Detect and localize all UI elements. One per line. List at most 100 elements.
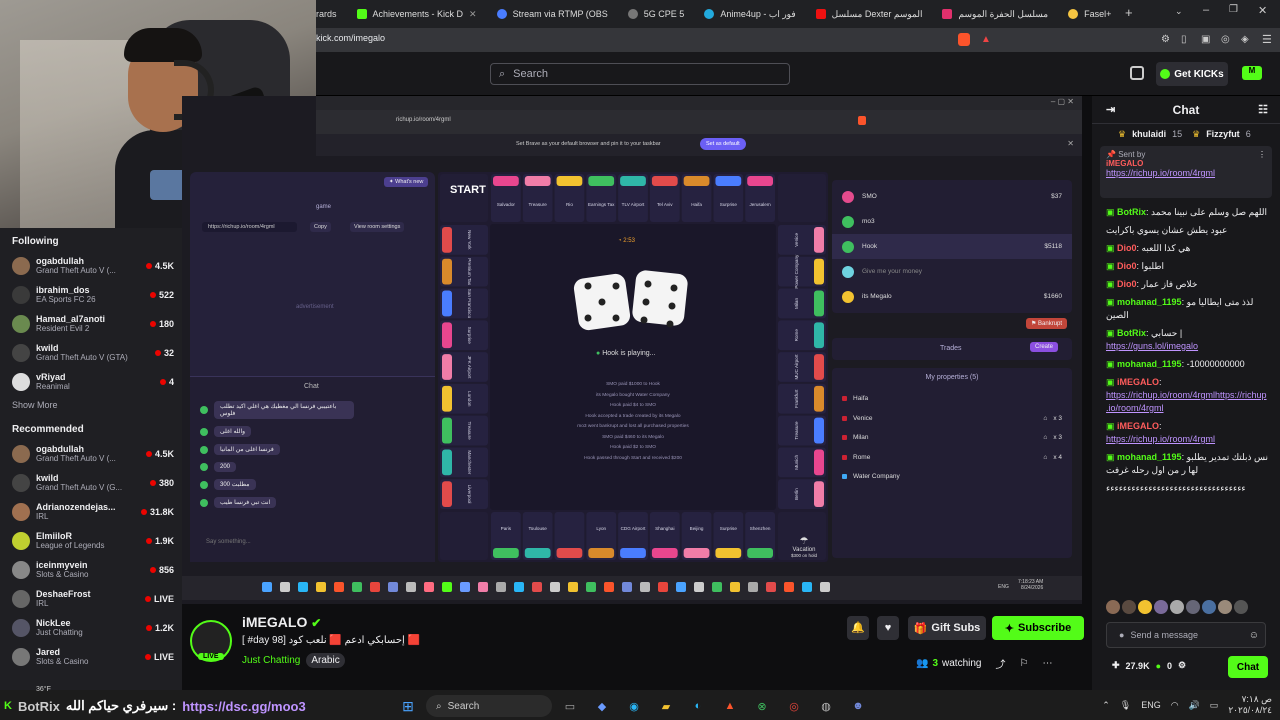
tab-partial[interactable]: rards [316, 3, 347, 25]
sidebar-channel[interactable]: kwild Grand Theft Auto V (GTA) 32 [0, 338, 182, 367]
avatar[interactable] [1170, 600, 1184, 614]
settings-icon[interactable]: ⚙ [1178, 660, 1186, 671]
new-tab-icon[interactable]: + [1125, 5, 1133, 20]
sidebar-channel[interactable]: kwild Grand Theft Auto V (G... 380 [0, 468, 182, 497]
wallet-icon[interactable]: ▣ [1201, 34, 1210, 45]
chat-link[interactable]: https://richup.io/room/4rgml [1106, 434, 1215, 444]
tab-anime[interactable]: Anime4up - فور اب [694, 3, 805, 25]
sidebar-channel[interactable]: NickLee Just Chatting 1.2K [0, 613, 182, 642]
vpn-icon[interactable]: ◎ [1221, 34, 1230, 45]
chevron-up-icon[interactable]: ⌃ [1102, 700, 1110, 711]
sidebar-channel[interactable]: ogabdullah Grand Theft Auto V (... 4.5K [0, 439, 182, 468]
chat-username[interactable]: iMEGALO [1117, 421, 1159, 431]
more-icon[interactable]: ⋯ [1042, 658, 1052, 669]
avatar[interactable] [1122, 600, 1136, 614]
chat-link[interactable]: https://richup.io/room/4rgmlhttps://rich… [1106, 390, 1267, 413]
pin-toggle-icon[interactable]: ⋮ [1258, 150, 1266, 159]
brave-icon[interactable]: ▲ [719, 697, 741, 715]
pinned-user[interactable]: iMEGALO [1106, 159, 1266, 168]
stream-video[interactable]: – ▢ ✕ richup.io/room/4rgml Set Brave as … [182, 96, 1082, 604]
search-input[interactable]: ⌕ Search [490, 63, 790, 85]
avatar[interactable] [1218, 600, 1232, 614]
chat-username[interactable]: Dio0 [1117, 243, 1137, 253]
minimize-icon[interactable]: – [1203, 4, 1209, 16]
url-field[interactable]: kick.com/imegalo [316, 33, 385, 43]
language-tag[interactable]: Arabic [306, 653, 345, 668]
microphone-icon[interactable]: 🎙 [1120, 700, 1131, 711]
avatar[interactable] [1234, 600, 1248, 614]
avatar[interactable] [1106, 600, 1120, 614]
get-kicks-button[interactable]: Get KICKs [1156, 62, 1228, 86]
category-link[interactable]: Just Chatting [242, 655, 300, 666]
pinned-link[interactable]: https://richup.io/room/4rgml [1106, 168, 1266, 178]
tab-achievements[interactable]: Achievements - Kick D ✕ [347, 3, 487, 25]
sidebar-channel[interactable]: ogabdullah Grand Theft Auto V (... 4.5K [0, 251, 182, 280]
chat-username[interactable]: mohanad_1195 [1117, 297, 1182, 307]
chat-username[interactable]: Dio0 [1117, 261, 1137, 271]
sidebar-channel[interactable]: Jared Slots & Casino LIVE [0, 642, 182, 671]
maximize-icon[interactable]: ❐ [1229, 4, 1238, 15]
tab-rtmp[interactable]: Stream via RTMP (OBS [487, 3, 618, 25]
users-icon[interactable]: ☷ [1258, 103, 1268, 116]
streamer-name[interactable]: iMEGALO [242, 614, 307, 630]
dashboard-icon[interactable] [1130, 66, 1144, 80]
edge-icon[interactable]: ◉ [623, 697, 645, 715]
chat-username[interactable]: mohanad_1195 [1117, 359, 1182, 369]
tab-dexter[interactable]: مسلسل Dexter الموسم [806, 3, 933, 25]
sidebar-channel[interactable]: Adrianozendejas... IRL 31.8K [0, 497, 182, 526]
show-more-link[interactable]: Show More [0, 396, 182, 416]
tab-5g[interactable]: 5G CPE 5 [618, 3, 695, 25]
close-icon[interactable]: ✕ [469, 9, 477, 20]
chevron-down-icon[interactable]: ⌄ [1175, 6, 1183, 17]
avatar[interactable] [1186, 600, 1200, 614]
heart-icon[interactable]: ♥ [877, 616, 899, 640]
sidebar-channel[interactable]: vRiyad Reanimal 4 [0, 367, 182, 396]
sidebar-channel[interactable]: ibrahim_dos EA Sports FC 26 522 [0, 280, 182, 309]
task-view-icon[interactable]: ▭ [559, 697, 581, 715]
notification-bell-icon[interactable]: 🔔 [847, 616, 869, 640]
subscribe-button[interactable]: ✦ Subscribe [992, 616, 1084, 640]
tab-fasel[interactable]: Fasel+ [1058, 3, 1121, 25]
tab-hofra[interactable]: مسلسل الحفرة الموسم [932, 3, 1058, 25]
avatar[interactable] [1154, 600, 1168, 614]
copilot-icon[interactable]: ◆ [591, 697, 613, 715]
gift-subs-button[interactable]: 🎁 Gift Subs [908, 616, 986, 640]
chat-message-input[interactable]: ● Send a message ☺ [1106, 622, 1266, 648]
share-icon[interactable]: ⤴ [995, 656, 1005, 671]
gifter-name[interactable]: khulaidi [1132, 129, 1166, 139]
sidebar-icon[interactable]: ▯ [1181, 34, 1187, 45]
tray-lang[interactable]: ENG [1141, 700, 1161, 710]
chrome-icon[interactable]: ◎ [783, 697, 805, 715]
discord-icon[interactable]: ☻ [847, 697, 869, 715]
report-icon[interactable]: ⚐ [1019, 658, 1028, 669]
volume-icon[interactable]: 🔊 [1189, 700, 1200, 711]
avatar[interactable] [1202, 600, 1216, 614]
weather-temp[interactable]: 36°F [36, 686, 51, 693]
emoji-icon[interactable]: ☺ [1249, 630, 1259, 641]
brave-rewards-icon[interactable]: ▲ [981, 34, 991, 45]
emote-icon[interactable]: ● [1119, 630, 1124, 640]
brave-shield-icon[interactable] [958, 33, 970, 46]
battery-icon[interactable]: ▭ [1210, 700, 1219, 711]
chat-username[interactable]: mohanad_1195 [1117, 452, 1182, 462]
gifter-name[interactable]: Fizzyfut [1206, 129, 1240, 139]
windows-start-icon[interactable]: ⊞ [397, 697, 419, 715]
chat-username[interactable]: BotRix [1117, 207, 1146, 217]
taskbar-search[interactable]: ⌕ Search [426, 695, 552, 717]
sidebar-channel[interactable]: DeshaeFrost IRL LIVE [0, 584, 182, 613]
chat-send-button[interactable]: Chat [1228, 656, 1268, 678]
avatar[interactable] [1138, 600, 1152, 614]
sidebar-channel[interactable]: Hamad_al7anoti Resident Evil 2 180 [0, 309, 182, 338]
avatar[interactable]: M [1242, 66, 1262, 80]
edge-alt-icon[interactable]: ◐ [687, 697, 709, 715]
menu-icon[interactable]: ☰ [1262, 33, 1272, 46]
obs-icon[interactable]: ◍ [815, 697, 837, 715]
sidebar-channel[interactable]: iceinmyvein Slots & Casino 856 [0, 555, 182, 584]
chat-username[interactable]: BotRix [1117, 328, 1146, 338]
wifi-icon[interactable]: ◠ [1171, 700, 1179, 711]
xbox-icon[interactable]: ⊗ [751, 697, 773, 715]
chat-username[interactable]: Dio0 [1117, 279, 1137, 289]
collapse-chat-icon[interactable]: ⇥ [1106, 103, 1115, 116]
chat-link[interactable]: https://guns.lol/imegalo [1106, 341, 1198, 351]
file-explorer-icon[interactable]: ▰ [655, 697, 677, 715]
